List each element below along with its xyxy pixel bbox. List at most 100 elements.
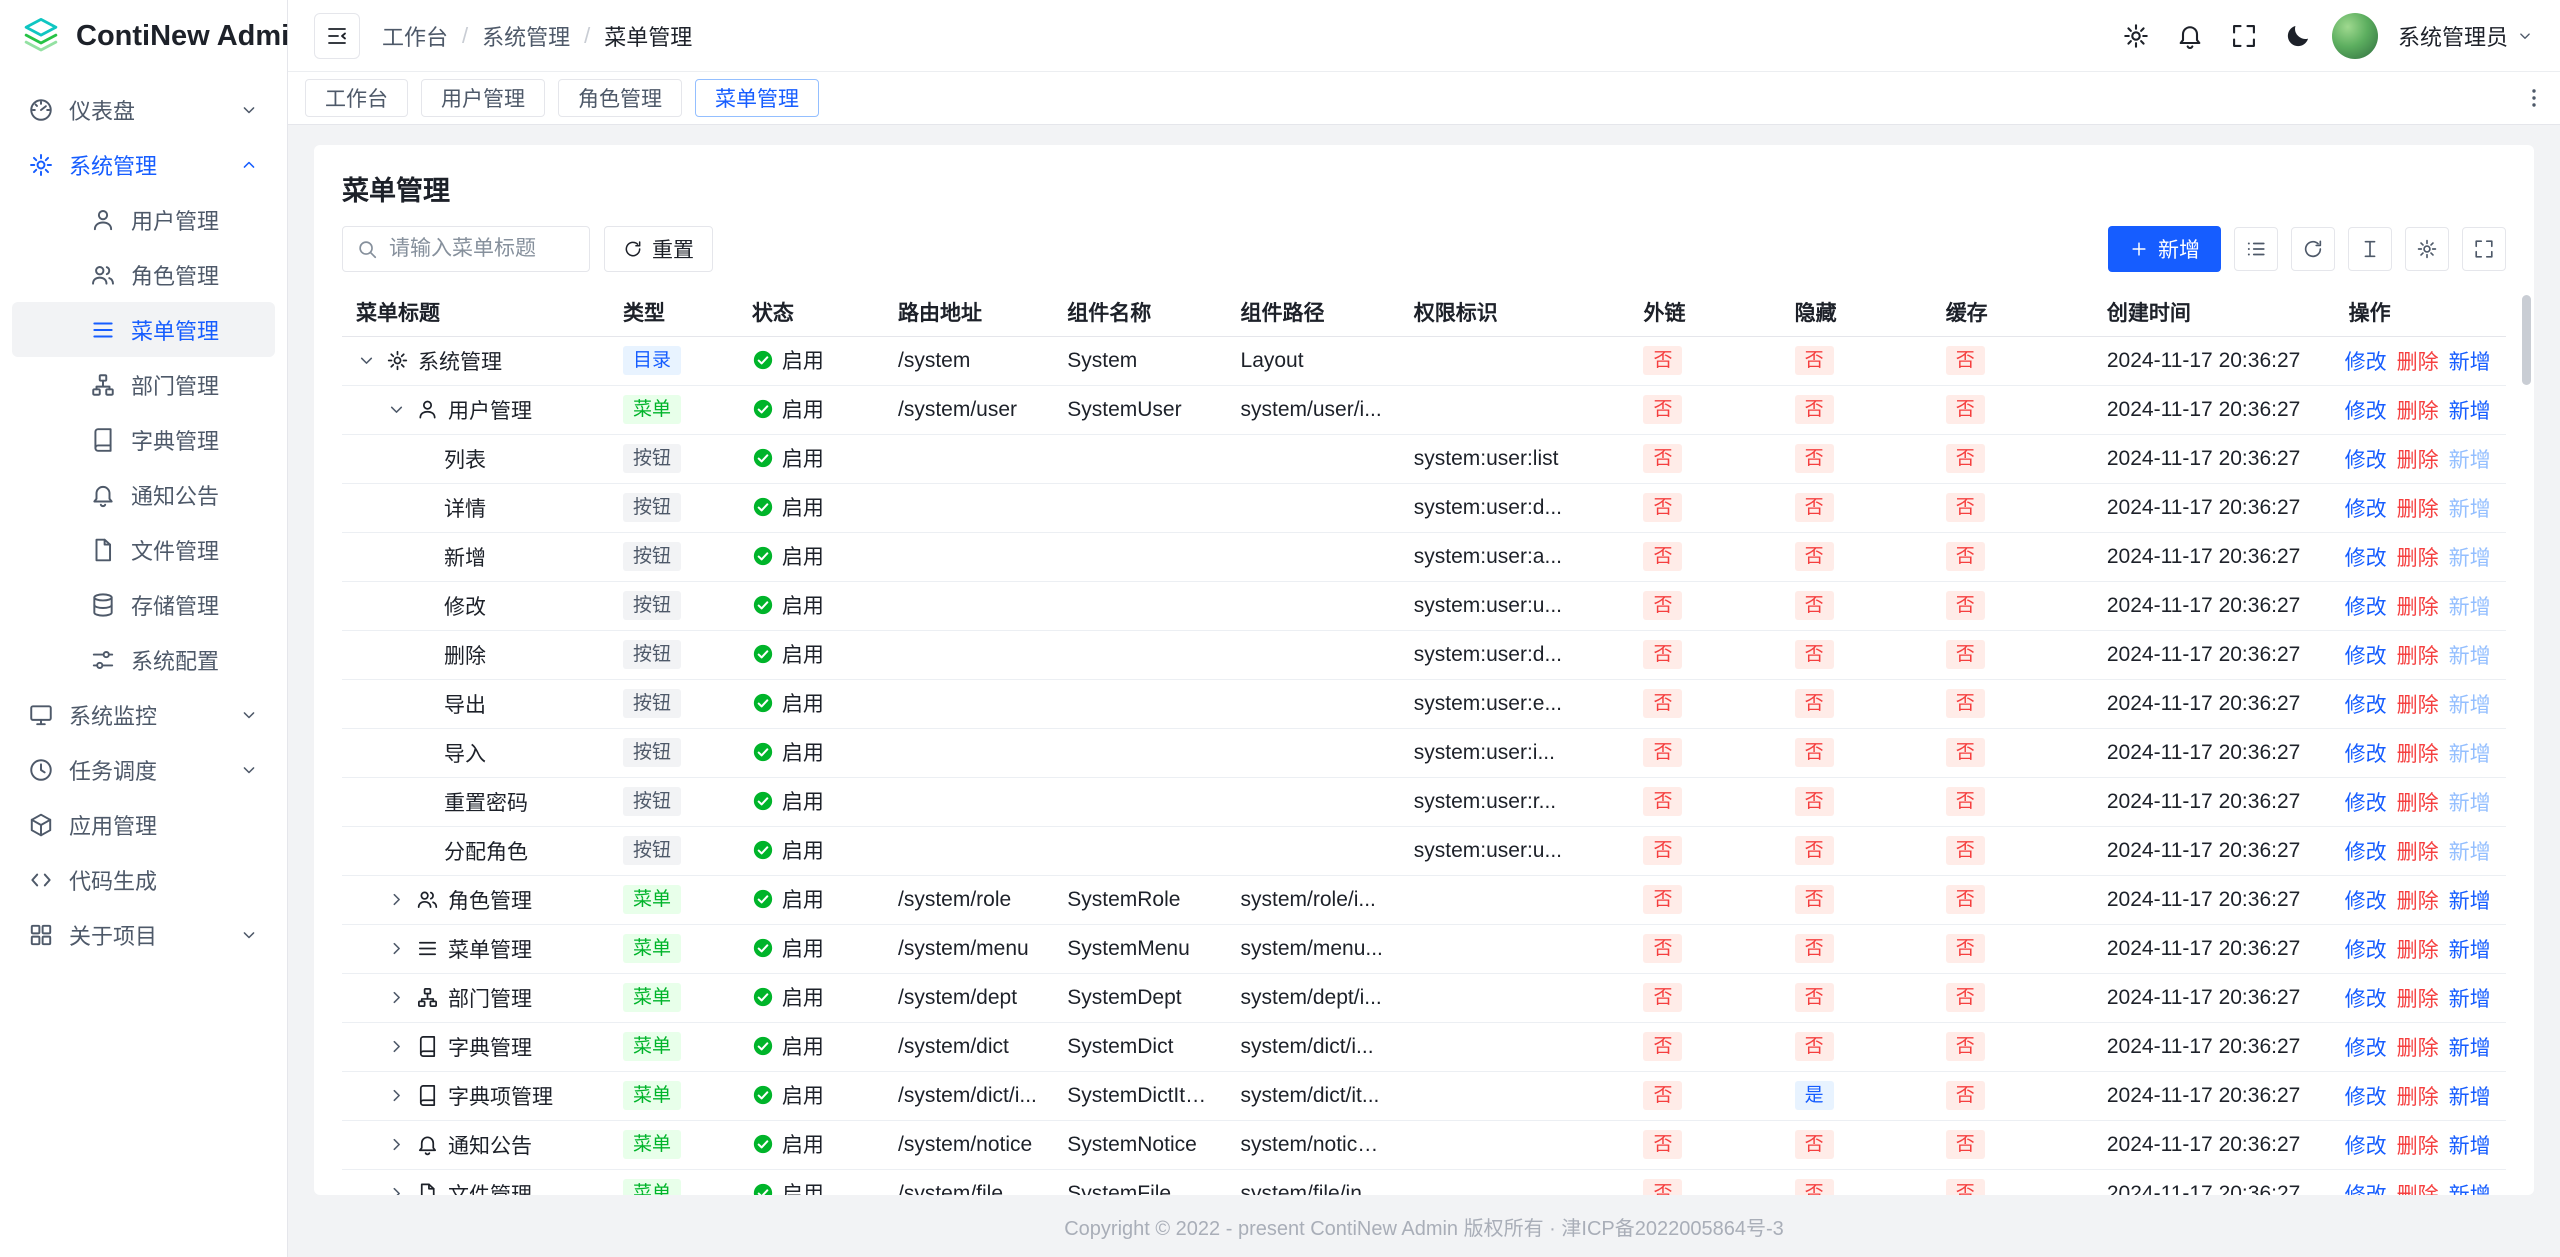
tab-item[interactable]: 用户管理 xyxy=(421,79,545,117)
table-row: 文件管理菜单启用/system/fileSystemFilesystem/fil… xyxy=(342,1169,2506,1195)
search-input[interactable] xyxy=(387,236,576,262)
delete-link[interactable]: 删除 xyxy=(2397,939,2439,962)
add-link[interactable]: 新增 xyxy=(2449,988,2491,1011)
delete-link[interactable]: 删除 xyxy=(2397,988,2439,1011)
tab-item[interactable]: 菜单管理 xyxy=(695,79,819,117)
reset-button[interactable]: 重置 xyxy=(604,226,713,272)
table-row: 详情按钮启用system:user:d...否否否2024-11-17 20:3… xyxy=(342,483,2506,532)
delete-link[interactable]: 删除 xyxy=(2397,645,2439,668)
edit-link[interactable]: 修改 xyxy=(2345,1086,2387,1109)
edit-link[interactable]: 修改 xyxy=(2345,449,2387,472)
edit-link[interactable]: 修改 xyxy=(2345,498,2387,521)
sidebar-item-notice[interactable]: 通知公告 xyxy=(12,467,275,522)
add-link[interactable]: 新增 xyxy=(2449,400,2491,423)
sidebar-item-storage-mgmt[interactable]: 存储管理 xyxy=(12,577,275,632)
add-button[interactable]: 新增 xyxy=(2108,226,2221,272)
sidebar-item-menu-mgmt[interactable]: 菜单管理 xyxy=(12,302,275,357)
sidebar-item-about[interactable]: 关于项目 xyxy=(12,907,275,962)
chevron-right-icon[interactable] xyxy=(386,1036,407,1057)
edit-link[interactable]: 修改 xyxy=(2345,939,2387,962)
edit-link[interactable]: 修改 xyxy=(2345,743,2387,766)
delete-link[interactable]: 删除 xyxy=(2397,400,2439,423)
avatar[interactable] xyxy=(2332,13,2378,59)
sidebar-item-codegen[interactable]: 代码生成 xyxy=(12,852,275,907)
chevron-right-icon[interactable] xyxy=(386,1183,407,1195)
edit-link[interactable]: 修改 xyxy=(2345,400,2387,423)
edit-link[interactable]: 修改 xyxy=(2345,645,2387,668)
delete-link[interactable]: 删除 xyxy=(2397,1086,2439,1109)
delete-link[interactable]: 删除 xyxy=(2397,547,2439,570)
edit-link[interactable]: 修改 xyxy=(2345,988,2387,1011)
line-height-button[interactable] xyxy=(2348,227,2392,271)
chevron-right-icon[interactable] xyxy=(386,1134,407,1155)
sidebar-item-label: 部门管理 xyxy=(131,369,259,401)
add-link[interactable]: 新增 xyxy=(2449,1037,2491,1060)
chevron-down-icon[interactable] xyxy=(386,399,407,420)
delete-link[interactable]: 删除 xyxy=(2397,449,2439,472)
edit-link[interactable]: 修改 xyxy=(2345,841,2387,864)
chevron-right-icon[interactable] xyxy=(386,987,407,1008)
delete-link[interactable]: 删除 xyxy=(2397,1184,2439,1196)
delete-link[interactable]: 删除 xyxy=(2397,1135,2439,1158)
sidebar-item-file-mgmt[interactable]: 文件管理 xyxy=(12,522,275,577)
delete-link[interactable]: 删除 xyxy=(2397,694,2439,717)
sidebar-item-app-mgmt[interactable]: 应用管理 xyxy=(12,797,275,852)
gear-button[interactable] xyxy=(2405,227,2449,271)
add-link[interactable]: 新增 xyxy=(2449,1135,2491,1158)
chevron-right-icon[interactable] xyxy=(386,889,407,910)
delete-link[interactable]: 删除 xyxy=(2397,596,2439,619)
add-link[interactable]: 新增 xyxy=(2449,351,2491,374)
refresh-button[interactable] xyxy=(2291,227,2335,271)
header-bell-button[interactable] xyxy=(2176,22,2204,50)
delete-link[interactable]: 删除 xyxy=(2397,792,2439,815)
add-link[interactable]: 新增 xyxy=(2449,1184,2491,1196)
type-badge: 菜单 xyxy=(623,1081,681,1110)
sidebar-item-dict-mgmt[interactable]: 字典管理 xyxy=(12,412,275,467)
edit-link[interactable]: 修改 xyxy=(2345,890,2387,913)
sidebar-item-role-mgmt[interactable]: 角色管理 xyxy=(12,247,275,302)
sidebar-item-user-mgmt[interactable]: 用户管理 xyxy=(12,192,275,247)
delete-link[interactable]: 删除 xyxy=(2397,890,2439,913)
user-menu[interactable]: 系统管理员 xyxy=(2398,20,2534,52)
add-link[interactable]: 新增 xyxy=(2449,1086,2491,1109)
cell-type: 目录 xyxy=(609,336,738,385)
chevron-down-icon[interactable] xyxy=(356,350,377,371)
breadcrumb-item[interactable]: 工作台 xyxy=(382,20,448,52)
edit-link[interactable]: 修改 xyxy=(2345,1135,2387,1158)
brand[interactable]: ContiNew Admin xyxy=(0,0,287,72)
edit-link[interactable]: 修改 xyxy=(2345,351,2387,374)
sidebar-item-system[interactable]: 系统管理 xyxy=(12,137,275,192)
breadcrumb-item[interactable]: 系统管理 xyxy=(482,20,570,52)
sidebar-collapse-button[interactable] xyxy=(314,13,360,59)
delete-link[interactable]: 删除 xyxy=(2397,498,2439,521)
header-fullscreen-button[interactable] xyxy=(2230,22,2258,50)
delete-link[interactable]: 删除 xyxy=(2397,351,2439,374)
sidebar-item-schedule[interactable]: 任务调度 xyxy=(12,742,275,797)
header-gear-button[interactable] xyxy=(2122,22,2150,50)
edit-link[interactable]: 修改 xyxy=(2345,792,2387,815)
table-scrollbar[interactable] xyxy=(2522,295,2531,385)
sidebar-item-dashboard[interactable]: 仪表盘 xyxy=(12,82,275,137)
delete-link[interactable]: 删除 xyxy=(2397,743,2439,766)
fullscreen-button[interactable] xyxy=(2462,227,2506,271)
add-link[interactable]: 新增 xyxy=(2449,939,2491,962)
sidebar-item-dept-mgmt[interactable]: 部门管理 xyxy=(12,357,275,412)
tab-more-button[interactable] xyxy=(2508,72,2560,124)
delete-link[interactable]: 删除 xyxy=(2397,1037,2439,1060)
edit-link[interactable]: 修改 xyxy=(2345,694,2387,717)
sidebar-item-monitor[interactable]: 系统监控 xyxy=(12,687,275,742)
chevron-right-icon[interactable] xyxy=(386,1085,407,1106)
add-link[interactable]: 新增 xyxy=(2449,890,2491,913)
list-button[interactable] xyxy=(2234,227,2278,271)
tab-item[interactable]: 角色管理 xyxy=(558,79,682,117)
breadcrumb-item[interactable]: 菜单管理 xyxy=(604,20,692,52)
delete-link[interactable]: 删除 xyxy=(2397,841,2439,864)
tab-item[interactable]: 工作台 xyxy=(305,79,408,117)
edit-link[interactable]: 修改 xyxy=(2345,1037,2387,1060)
edit-link[interactable]: 修改 xyxy=(2345,547,2387,570)
sidebar-item-system-config[interactable]: 系统配置 xyxy=(12,632,275,687)
header-moon-button[interactable] xyxy=(2284,22,2312,50)
edit-link[interactable]: 修改 xyxy=(2345,1184,2387,1196)
chevron-right-icon[interactable] xyxy=(386,938,407,959)
edit-link[interactable]: 修改 xyxy=(2345,596,2387,619)
